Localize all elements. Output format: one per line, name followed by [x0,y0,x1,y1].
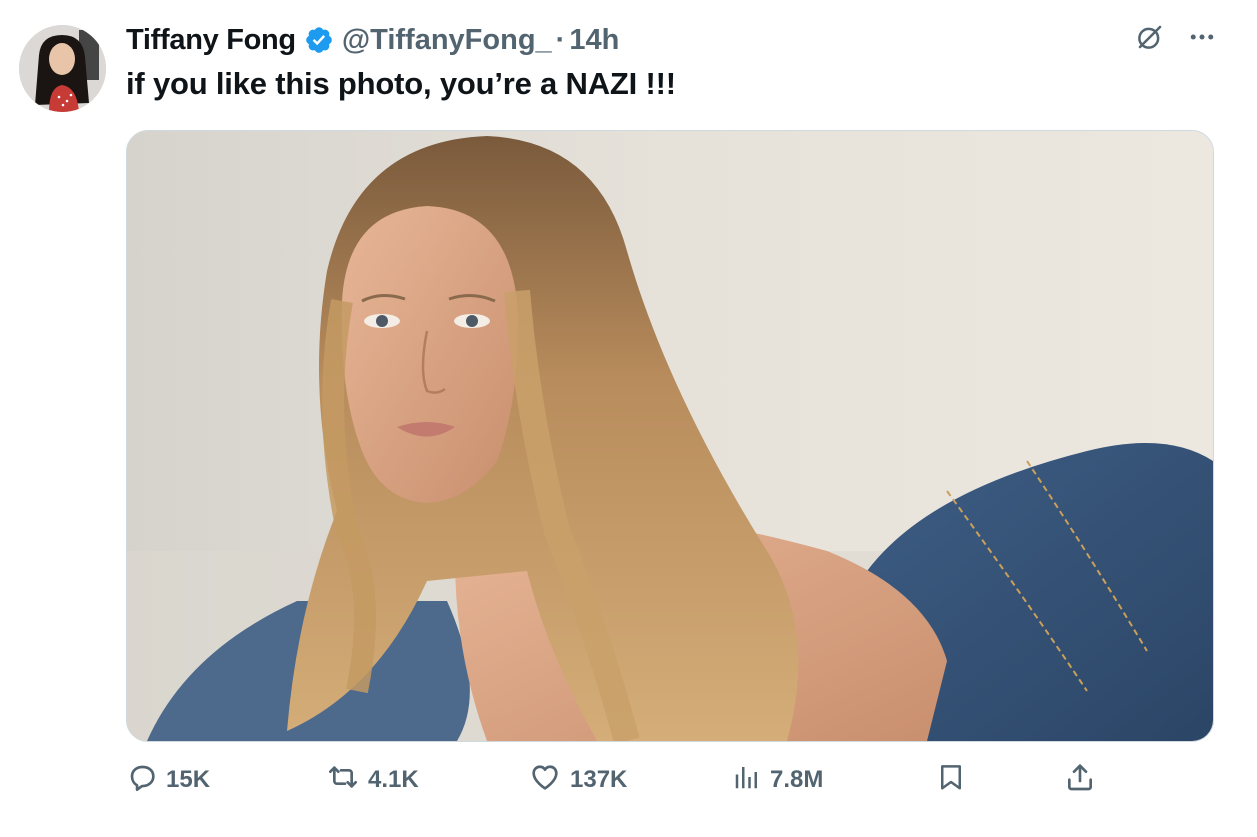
grok-icon[interactable] [1135,22,1165,52]
tweet-header: Tiffany Fong @TiffanyFong_ · 14h [126,20,619,60]
author-name[interactable]: Tiffany Fong [126,24,296,57]
tweet-actions-bar: 15K 4.1K 137K 7.8M [126,758,1126,802]
avatar[interactable] [19,25,106,112]
reply-button[interactable]: 15K [126,758,210,802]
like-count: 137K [570,766,628,793]
separator-dot: · [555,23,566,56]
tweet-text: if you like this photo, you’re a NAZI !!… [126,66,676,101]
heart-icon [528,761,562,800]
bookmark-icon [936,761,966,800]
more-icon[interactable] [1187,22,1217,52]
tweet-top-actions [1135,22,1217,52]
verified-badge-icon[interactable] [304,25,334,55]
reply-count: 15K [166,766,211,793]
share-button[interactable] [1064,758,1096,802]
author-handle[interactable]: @TiffanyFong_ [342,24,552,57]
retweet-icon [326,761,360,800]
reply-icon [126,761,158,800]
views-count: 7.8M [770,766,824,793]
share-icon [1064,761,1096,800]
like-button[interactable]: 137K [528,758,627,802]
retweet-button[interactable]: 4.1K [326,758,419,802]
views-icon [732,761,762,800]
views-button[interactable]: 7.8M [732,758,823,802]
tweet-timestamp[interactable]: 14h [569,24,619,57]
retweet-count: 4.1K [368,766,419,793]
tweet-photo[interactable] [126,130,1214,742]
bookmark-button[interactable] [936,758,966,802]
